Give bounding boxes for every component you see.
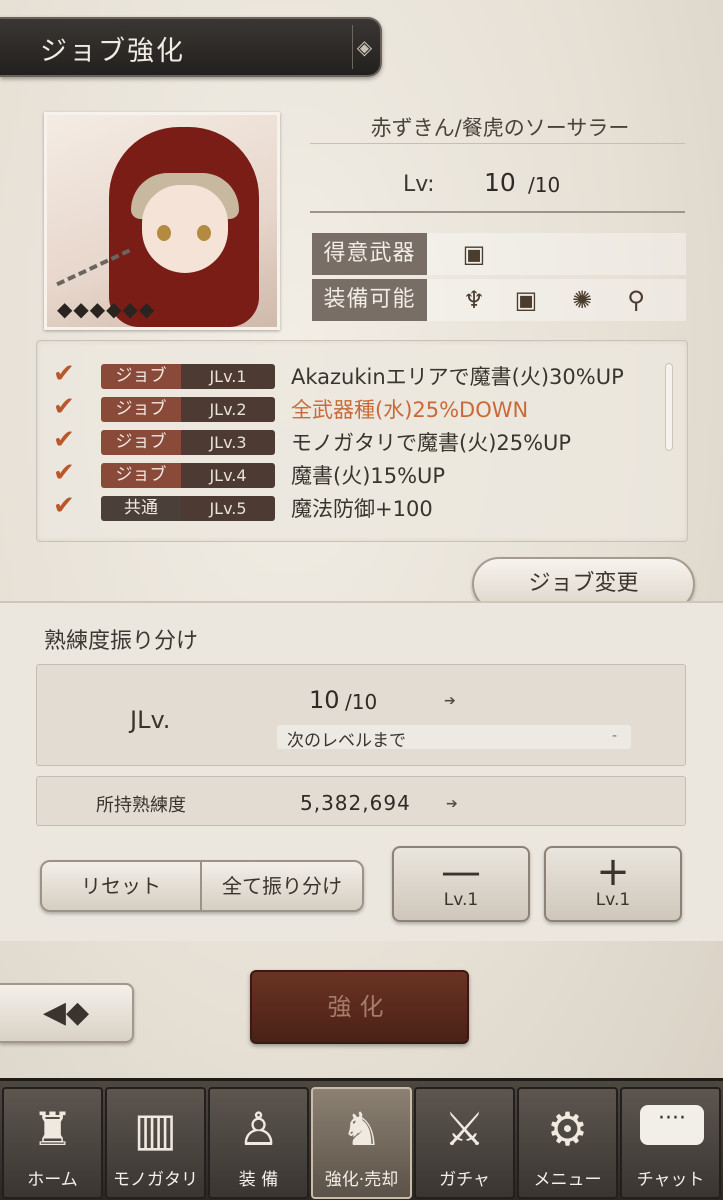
next-level-value: - xyxy=(612,728,618,744)
castle-icon: ♜ xyxy=(31,1102,74,1156)
level-label: Lv: xyxy=(403,172,435,197)
nav-label: ホーム xyxy=(27,1170,78,1190)
skill-type-tag: ジョブ xyxy=(101,364,181,389)
bottom-navigation: ♜ ホーム ▥ モノガタリ ♙ 装 備 ♞ 強化·売却 ⚔ ガチャ ⚙ メニュー… xyxy=(0,1078,723,1200)
nav-equipment[interactable]: ♙ 装 備 xyxy=(208,1087,309,1199)
character-portrait[interactable]: ◆◆◆◆◆◆ xyxy=(44,112,280,330)
nav-enhance-sell[interactable]: ♞ 強化·売却 xyxy=(311,1087,412,1199)
staff-icon: ⚲ xyxy=(627,286,645,314)
nav-label: モノガタリ xyxy=(113,1170,198,1190)
jlv-max: /10 xyxy=(345,690,378,714)
rarity-stars: ◆◆◆◆◆◆ xyxy=(57,297,156,321)
back-arrow-icon: ◀◆ xyxy=(42,995,90,1030)
skill-row: ✔ ジョブ JLv.3 モノガタリで魔書(火)25%UP xyxy=(37,425,667,457)
orb-icon: ✺ xyxy=(571,286,593,314)
checkmark-icon: ✔ xyxy=(53,359,75,389)
nav-story[interactable]: ▥ モノガタリ xyxy=(105,1087,206,1199)
job-skill-list[interactable]: ✔ ジョブ JLv.1 Akazukinエリアで魔書(火)30%UP ✔ ジョブ… xyxy=(36,340,688,542)
checkmark-icon: ✔ xyxy=(53,491,75,521)
nav-label: チャット xyxy=(636,1170,705,1190)
skill-type-tag: ジョブ xyxy=(101,430,181,455)
character-name: 赤ずきん/餐虎のソーサラー xyxy=(370,116,630,140)
favorite-weapon-label: 得意武器 xyxy=(312,233,427,275)
divider xyxy=(310,143,685,144)
mask-icon: ♞ xyxy=(340,1102,383,1156)
checkmark-icon: ✔ xyxy=(53,425,75,455)
jlv-label: JLv. xyxy=(130,706,171,734)
owned-mastery-label: 所持熟練度 xyxy=(96,795,186,816)
checkmark-icon: ✔ xyxy=(53,392,75,422)
nav-label: ガチャ xyxy=(439,1170,490,1190)
portrait-eye-right xyxy=(197,225,211,241)
skill-row: ✔ ジョブ JLv.4 魔書(火)15%UP xyxy=(37,458,667,490)
chat-bubble-icon: ···· xyxy=(640,1105,704,1145)
equippable-weapon-row: 装備可能 ♆ ▣ ✺ ⚲ xyxy=(312,279,686,321)
arrow-right-icon: ➔ xyxy=(446,796,458,812)
reset-button[interactable]: リセット xyxy=(42,862,202,910)
plus-level-button[interactable]: + Lv.1 xyxy=(544,846,682,922)
skill-description: 魔書(火)15%UP xyxy=(291,464,446,488)
harp-icon: ♆ xyxy=(463,286,485,314)
nav-label: メニュー xyxy=(533,1170,602,1190)
skill-type-tag: 共通 xyxy=(101,496,181,521)
mastery-title: 熟練度振り分け xyxy=(44,629,199,654)
allocation-button-group: リセット 全て振り分け xyxy=(40,860,364,912)
minus-icon: — xyxy=(441,849,481,895)
nav-chat[interactable]: ···· チャット xyxy=(620,1087,721,1199)
nav-gacha[interactable]: ⚔ ガチャ xyxy=(414,1087,515,1199)
skill-level-tag: JLv.3 xyxy=(181,430,275,455)
back-button[interactable]: ◀◆ xyxy=(0,983,134,1043)
crossed-swords-icon: ⚔ xyxy=(443,1102,486,1156)
tome-icon: ▣ xyxy=(514,286,538,314)
skill-level-tag: JLv.4 xyxy=(181,463,275,488)
owned-mastery-value: 5,382,694 xyxy=(300,791,411,815)
checkmark-icon: ✔ xyxy=(53,458,75,488)
jlv-value: 10 xyxy=(309,686,340,714)
skill-type-tag: ジョブ xyxy=(101,397,181,422)
nav-menu[interactable]: ⚙ メニュー xyxy=(517,1087,618,1199)
minus-level-label: Lv.1 xyxy=(443,890,479,910)
level-max: /10 xyxy=(528,173,561,197)
plus-level-label: Lv.1 xyxy=(595,890,631,910)
favorite-weapon-row: 得意武器 ▣ xyxy=(312,233,686,275)
skill-level-tag: JLv.1 xyxy=(181,364,275,389)
nav-label: 強化·売却 xyxy=(324,1170,399,1190)
puppet-icon: ♙ xyxy=(237,1102,280,1156)
skill-level-tag: JLv.5 xyxy=(181,496,275,521)
page-header: ジョブ強化 ◈ xyxy=(0,17,382,77)
book-icon: ▥ xyxy=(133,1102,178,1156)
diamond-ornament-icon: ◈ xyxy=(352,25,376,69)
skill-description: モノガタリで魔書(火)25%UP xyxy=(291,431,572,455)
skill-row: ✔ ジョブ JLv.2 全武器種(水)25%DOWN xyxy=(37,392,667,424)
tome-icon: ▣ xyxy=(462,240,486,268)
skill-row: ✔ 共通 JLv.5 魔法防御+100 xyxy=(37,491,667,523)
skill-type-tag: ジョブ xyxy=(101,463,181,488)
next-level-label: 次のレベルまで xyxy=(287,731,406,751)
skill-description: 全武器種(水)25%DOWN xyxy=(291,398,529,422)
nav-label: 装 備 xyxy=(238,1170,279,1190)
plus-icon: + xyxy=(596,849,630,895)
enhance-button[interactable]: 強化 xyxy=(250,970,469,1044)
minus-level-button[interactable]: — Lv.1 xyxy=(392,846,530,922)
arrow-right-icon: ➔ xyxy=(444,693,456,709)
page-title: ジョブ強化 xyxy=(40,36,185,67)
skill-list-scrollbar[interactable] xyxy=(665,363,673,451)
nav-home[interactable]: ♜ ホーム xyxy=(2,1087,103,1199)
skill-row: ✔ ジョブ JLv.1 Akazukinエリアで魔書(火)30%UP xyxy=(37,359,667,391)
equippable-weapon-label: 装備可能 xyxy=(312,279,427,321)
skill-level-tag: JLv.2 xyxy=(181,397,275,422)
allocate-all-button[interactable]: 全て振り分け xyxy=(202,862,362,910)
skill-description: 魔法防御+100 xyxy=(291,497,433,521)
portrait-face xyxy=(142,185,228,273)
skill-description: Akazukinエリアで魔書(火)30%UP xyxy=(291,365,624,389)
divider xyxy=(310,211,685,213)
gears-icon: ⚙ xyxy=(546,1102,589,1156)
portrait-eye-left xyxy=(157,225,171,241)
level-value: 10 xyxy=(484,168,516,197)
